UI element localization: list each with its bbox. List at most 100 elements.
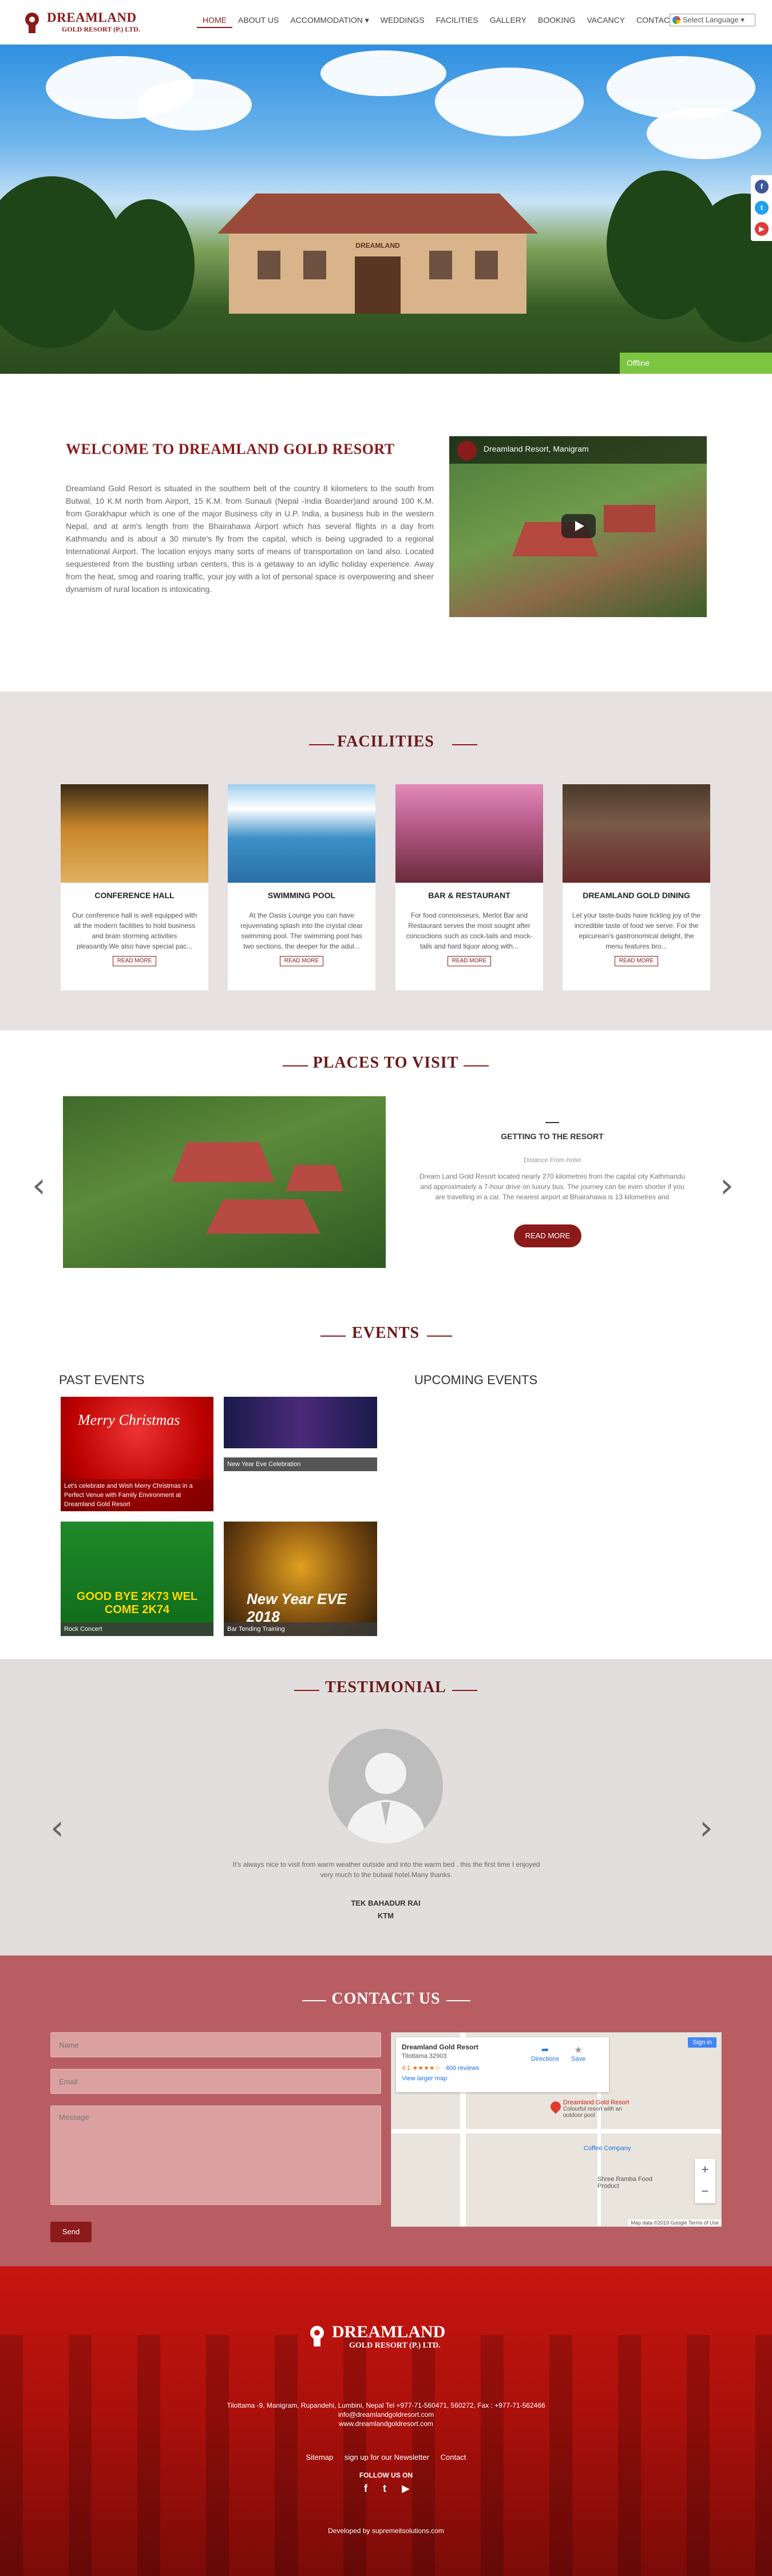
footer-link-newsletter[interactable]: sign up for our Newsletter [345, 2453, 429, 2462]
title-divider [452, 1690, 477, 1691]
language-select[interactable]: Select Language ▾ [670, 14, 755, 26]
event-caption: Bar Tending Training [224, 1622, 377, 1636]
event-card[interactable]: Merry Christmas Let's celebrate and Wish… [61, 1397, 213, 1511]
map-pin-label: Dreamland Gold Resort Colourful resort w… [563, 2099, 638, 2119]
footer-logo-line1: DREAMLAND [332, 2322, 446, 2341]
window [303, 251, 326, 279]
map-pin-sub: Colourful resort with an outdoor pool [563, 2106, 622, 2119]
map-signin-button[interactable]: Sign in [688, 2037, 716, 2048]
facility-desc: For food connoisseurs, Merlot Bar and Re… [406, 911, 533, 950]
nav-accommodation[interactable]: ACCOMMODATION ▾ [284, 14, 374, 28]
email-field[interactable] [50, 2069, 381, 2094]
save-button[interactable]: ★ Save [571, 2044, 585, 2063]
thumbnail-roof [604, 505, 655, 532]
title-divider [320, 1336, 346, 1337]
testimonial-prev-arrow[interactable]: ‹ [50, 1808, 64, 1848]
youtube-icon[interactable]: ▶ [755, 222, 769, 236]
nav-booking[interactable]: BOOKING [532, 14, 581, 28]
bar-restaurant-image [395, 784, 543, 883]
directions-label: Directions [531, 2056, 559, 2063]
nav-home[interactable]: HOME [197, 14, 232, 28]
zoom-in-button[interactable]: + [695, 2159, 715, 2180]
facility-title: DREAMLAND GOLD DINING [583, 891, 690, 900]
footer-follow-label: FOLLOW US ON [359, 2471, 413, 2479]
map-zoom-control[interactable]: + − [695, 2159, 715, 2203]
read-more-button[interactable]: READ MORE [615, 956, 658, 966]
event-card[interactable]: GOOD BYE 2K73 WEL COME 2K74 Rock Concert [61, 1522, 213, 1636]
name-field[interactable] [50, 2032, 381, 2057]
window [429, 251, 452, 279]
google-map[interactable]: Dreamland Gold Resort Tilottama 32903 4.… [391, 2032, 722, 2227]
nav-facilities[interactable]: FACILITIES [430, 14, 484, 28]
carousel-next-arrow[interactable]: › [720, 1165, 734, 1206]
logo-line1: DREAMLAND [47, 10, 137, 25]
message-field[interactable] [50, 2105, 381, 2205]
door [355, 256, 401, 314]
footer-website[interactable]: www.dreamlandgoldresort.com [0, 2419, 772, 2428]
map-food-label: Shree Ramba Food Product [597, 2176, 652, 2190]
facility-desc: At the Oasis Lounge you can have rejuven… [240, 911, 363, 950]
nav-weddings[interactable]: WEDDINGS [375, 14, 430, 28]
facebook-icon[interactable]: f [755, 180, 769, 193]
read-more-button[interactable]: READ MORE [280, 956, 323, 966]
resort-roof [286, 1165, 343, 1191]
footer-email[interactable]: info@dreamlandgoldresort.com [0, 2410, 772, 2419]
facility-title: CONFERENCE HALL [94, 891, 175, 900]
map-rating: 4.1 ★★★★☆ [402, 2065, 441, 2072]
read-more-button[interactable]: READ MORE [448, 956, 491, 966]
map-pin-icon[interactable] [548, 2099, 563, 2114]
read-more-button[interactable]: READ MORE [113, 956, 156, 966]
event-banner [224, 1397, 377, 1448]
footer-developer-credit[interactable]: Developed by supremeitsolutions.com [0, 2527, 772, 2535]
play-icon[interactable] [561, 514, 596, 538]
video-header: Dreamland Resort, Manigram [449, 436, 707, 464]
testimonial-next-arrow[interactable]: › [699, 1808, 713, 1848]
footer-link-sitemap[interactable]: Sitemap [306, 2453, 334, 2462]
place-text: Dream Land Gold Resort located nearly 27… [419, 1172, 686, 1201]
language-select-label: Select Language ▾ [683, 15, 745, 24]
footer-social-icons: f t ▶ [364, 2483, 410, 2500]
youtube-icon[interactable]: ▶ [402, 2483, 410, 2500]
map-reviews-link[interactable]: 400 reviews [446, 2065, 480, 2072]
places-title: PLACES TO VISIT [312, 1054, 459, 1072]
chat-offline-bar[interactable]: Offline [620, 353, 772, 374]
nav-vacancy[interactable]: VACANCY [581, 14, 631, 28]
place-read-more-button[interactable]: READ MORE [514, 1224, 581, 1247]
footer-link-contact[interactable]: Contact [441, 2453, 466, 2462]
cloud [320, 50, 446, 96]
zoom-out-button[interactable]: − [695, 2180, 715, 2202]
video-title: Dreamland Resort, Manigram [484, 444, 589, 453]
twitter-icon[interactable]: t [755, 201, 769, 215]
view-larger-map-link[interactable]: View larger map [402, 2075, 603, 2082]
logo[interactable]: DREAMLAND GOLD RESORT (P.) LTD. [21, 10, 152, 35]
send-button[interactable]: Send [50, 2222, 92, 2242]
title-divider [446, 2000, 470, 2001]
cloud [435, 68, 584, 136]
directions-button[interactable]: ➦ Directions [531, 2044, 559, 2063]
event-caption: Rock Concert [61, 1622, 213, 1636]
save-label: Save [571, 2056, 586, 2063]
social-sidebar: f t ▶ [751, 175, 772, 241]
title-divider [452, 744, 477, 745]
star-icon: ★ [574, 2045, 583, 2055]
facility-desc: Our conference hall is well equipped wit… [72, 911, 197, 950]
nav-gallery[interactable]: GALLERY [484, 14, 532, 28]
event-card[interactable]: New Year Eve Celebration [224, 1397, 377, 1511]
event-card[interactable]: New Year EVE 2018 Bar Tending Training [224, 1522, 377, 1636]
map-pin-name: Dreamland Gold Resort [563, 2099, 630, 2106]
place-image [63, 1096, 386, 1268]
facebook-icon[interactable]: f [364, 2483, 367, 2500]
testimonial-author: TEK BAHADUR RAI KTM [328, 1897, 443, 1922]
place-divider [545, 1122, 559, 1123]
top-nav: DREAMLAND GOLD RESORT (P.) LTD. HOME ABO… [0, 0, 772, 45]
twitter-icon[interactable]: t [383, 2483, 386, 2500]
facilities-title: FACILITIES [337, 733, 434, 750]
main-menu: HOME ABOUT US ACCOMMODATION ▾ WEDDINGS F… [197, 14, 680, 28]
nav-about-us[interactable]: ABOUT US [232, 14, 284, 28]
event-art-text: New Year EVE 2018 [247, 1590, 347, 1625]
carousel-prev-arrow[interactable]: ‹ [32, 1165, 46, 1206]
event-art-text: GOOD BYE 2K73 WEL COME 2K74 [76, 1590, 198, 1616]
channel-avatar [457, 441, 477, 460]
video-embed[interactable]: Dreamland Resort, Manigram [449, 436, 707, 617]
footer-links: Sitemap sign up for our Newsletter Conta… [0, 2453, 772, 2462]
